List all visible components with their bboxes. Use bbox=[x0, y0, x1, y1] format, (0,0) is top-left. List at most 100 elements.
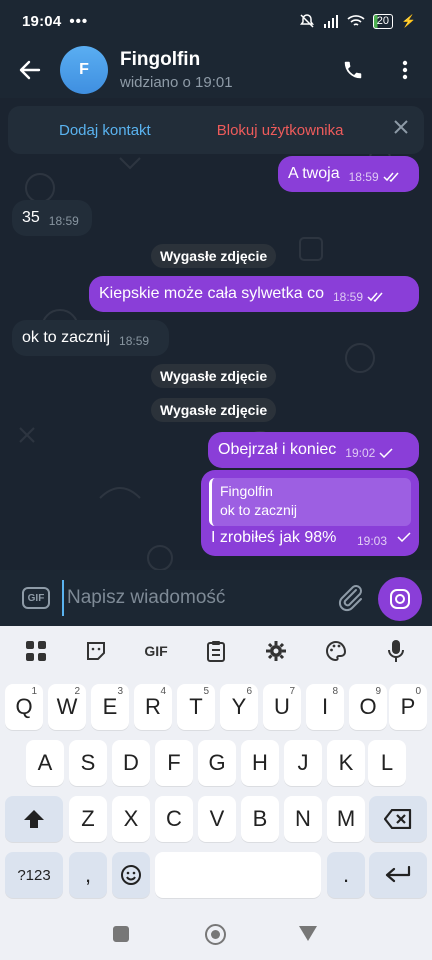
key-z[interactable]: Z bbox=[69, 796, 107, 842]
message-time: 18:59 bbox=[332, 290, 364, 304]
key-c[interactable]: C bbox=[155, 796, 193, 842]
key-s[interactable]: S bbox=[69, 740, 107, 786]
message-outgoing[interactable]: Obejrzał i koniec 19:02 bbox=[208, 432, 419, 468]
key-y[interactable]: Y6 bbox=[220, 684, 258, 730]
key-w[interactable]: W2 bbox=[48, 684, 86, 730]
key-b[interactable]: B bbox=[241, 796, 279, 842]
sticker-button[interactable] bbox=[76, 631, 116, 671]
key-g[interactable]: G bbox=[198, 740, 236, 786]
expired-photo-label: Wygasłe zdjęcie bbox=[151, 398, 277, 422]
gif-button[interactable]: GIF bbox=[22, 587, 50, 609]
block-user-button[interactable]: Blokuj użytkownika bbox=[217, 122, 344, 139]
apps-button[interactable] bbox=[16, 631, 56, 671]
enter-icon bbox=[385, 866, 411, 883]
message-text: Kiepskie może cała sylwetka co bbox=[99, 285, 324, 302]
settings-button[interactable] bbox=[256, 631, 296, 671]
period-key[interactable]: . bbox=[327, 852, 365, 898]
add-contact-button[interactable]: Dodaj kontakt bbox=[59, 122, 151, 139]
key-o[interactable]: O9 bbox=[349, 684, 387, 730]
key-q[interactable]: Q1 bbox=[5, 684, 43, 730]
comma-key[interactable]: , bbox=[69, 852, 107, 898]
message-incoming[interactable]: 35 18:59 bbox=[12, 200, 92, 236]
microphone-icon bbox=[388, 640, 404, 662]
key-k[interactable]: K bbox=[327, 740, 365, 786]
key-j[interactable]: J bbox=[284, 740, 322, 786]
back-nav-button[interactable] bbox=[299, 926, 317, 941]
avatar[interactable]: F bbox=[60, 46, 108, 94]
quoted-message[interactable]: Fingolfin ok to zacznij bbox=[209, 478, 411, 526]
key-e[interactable]: E3 bbox=[91, 684, 129, 730]
check-icon bbox=[397, 532, 411, 542]
double-check-icon bbox=[383, 172, 399, 182]
key-t[interactable]: T5 bbox=[177, 684, 215, 730]
clipboard-icon bbox=[207, 641, 225, 662]
emoji-key[interactable] bbox=[112, 852, 150, 898]
system-navigation-bar bbox=[0, 912, 432, 960]
clipboard-button[interactable] bbox=[196, 631, 236, 671]
key-a[interactable]: A bbox=[26, 740, 64, 786]
signal-icon bbox=[323, 15, 338, 28]
message-input-bar: GIF bbox=[0, 570, 432, 626]
backspace-key[interactable] bbox=[369, 796, 427, 842]
symbols-key[interactable]: ?123 bbox=[5, 852, 63, 898]
key-f[interactable]: F bbox=[155, 740, 193, 786]
keyboard-gif-button[interactable]: GIF bbox=[136, 631, 176, 671]
status-bar: 19:04 ••• 20 ⚡ bbox=[0, 0, 432, 42]
key-l[interactable]: L bbox=[368, 740, 406, 786]
message-outgoing[interactable]: A twoja 18:59 bbox=[278, 156, 419, 192]
key-x[interactable]: X bbox=[112, 796, 150, 842]
grid-icon bbox=[26, 641, 46, 661]
message-time: 18:59 bbox=[119, 334, 150, 348]
expired-photo-label: Wygasłe zdjęcie bbox=[151, 364, 277, 388]
home-button[interactable] bbox=[205, 924, 226, 945]
key-h[interactable]: H bbox=[241, 740, 279, 786]
key-d[interactable]: D bbox=[112, 740, 150, 786]
key-n[interactable]: N bbox=[284, 796, 322, 842]
message-input[interactable] bbox=[62, 580, 332, 616]
arrow-left-icon bbox=[19, 60, 41, 80]
key-v[interactable]: V bbox=[198, 796, 236, 842]
keyboard-toolbar: GIF bbox=[0, 626, 432, 676]
paperclip-icon bbox=[338, 585, 362, 612]
keyboard-row-2: A S D F G H J K L bbox=[0, 740, 432, 786]
space-key[interactable] bbox=[155, 852, 321, 898]
call-button[interactable] bbox=[329, 42, 377, 98]
camera-button[interactable] bbox=[378, 577, 422, 621]
key-m[interactable]: M bbox=[327, 796, 365, 842]
theme-button[interactable] bbox=[316, 631, 356, 671]
shift-key[interactable] bbox=[5, 796, 63, 842]
voice-input-button[interactable] bbox=[376, 631, 416, 671]
attach-button[interactable] bbox=[336, 582, 364, 617]
chat-title-area[interactable]: Fingolfin widziano o 19:01 bbox=[120, 49, 233, 91]
close-icon bbox=[394, 120, 408, 134]
message-time: 19:02 bbox=[345, 446, 376, 460]
chat-header: F Fingolfin widziano o 19:01 bbox=[0, 42, 432, 98]
message-time: 19:03 bbox=[357, 534, 388, 548]
message-time: 18:59 bbox=[348, 170, 379, 184]
camera-icon bbox=[390, 589, 410, 609]
message-text: Obejrzał i koniec bbox=[218, 441, 337, 458]
key-p[interactable]: P0 bbox=[389, 684, 427, 730]
keyboard-row-4: ?123 , . bbox=[0, 852, 432, 898]
key-u[interactable]: U7 bbox=[263, 684, 301, 730]
more-menu-button[interactable] bbox=[381, 42, 429, 98]
key-i[interactable]: I8 bbox=[306, 684, 344, 730]
chat-area[interactable]: Dodaj kontakt Blokuj użytkownika A twoja… bbox=[0, 98, 432, 570]
last-seen: widziano o 19:01 bbox=[120, 74, 233, 91]
emoji-icon bbox=[121, 865, 141, 885]
wifi-icon bbox=[347, 15, 365, 26]
message-incoming[interactable]: ok to zacznij 18:59 bbox=[12, 320, 169, 356]
message-outgoing[interactable]: Kiepskie może cała sylwetka co 18:59 bbox=[89, 276, 419, 312]
status-time: 19:04 bbox=[22, 12, 62, 30]
close-banner-button[interactable] bbox=[394, 120, 408, 138]
back-button[interactable] bbox=[0, 42, 60, 98]
quoted-author: Fingolfin bbox=[220, 483, 273, 499]
double-check-icon bbox=[367, 292, 383, 302]
contact-name: Fingolfin bbox=[120, 49, 201, 70]
key-r[interactable]: R4 bbox=[134, 684, 172, 730]
message-outgoing-reply[interactable]: Fingolfin ok to zacznij I zrobiłeś jak 9… bbox=[201, 470, 419, 556]
recents-button[interactable] bbox=[113, 926, 129, 942]
enter-key[interactable] bbox=[369, 852, 427, 898]
sticker-icon bbox=[87, 642, 105, 660]
contact-actions-banner: Dodaj kontakt Blokuj użytkownika bbox=[8, 106, 424, 154]
